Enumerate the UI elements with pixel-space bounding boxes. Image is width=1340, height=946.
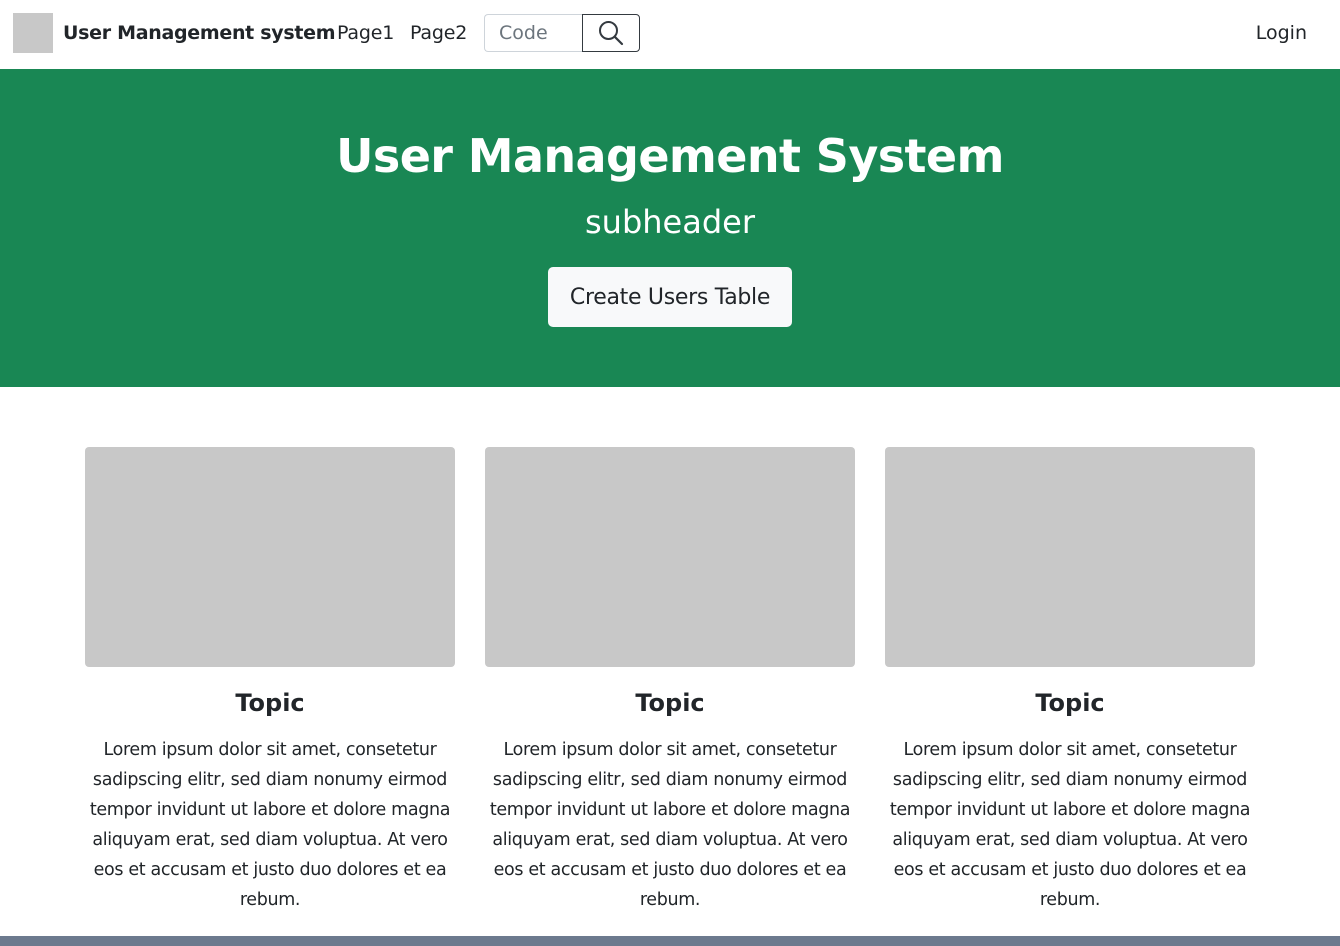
topic-card: Topic Lorem ipsum dolor sit amet, conset… bbox=[85, 447, 455, 915]
search-icon bbox=[599, 21, 624, 46]
topic-card: Topic Lorem ipsum dolor sit amet, conset… bbox=[485, 447, 855, 915]
login-link[interactable]: Login bbox=[1256, 22, 1307, 44]
card-title: Topic bbox=[235, 689, 305, 717]
card-image-placeholder bbox=[885, 447, 1255, 667]
top-navbar: User Management system Page1 Page2 Login bbox=[0, 0, 1340, 69]
create-users-table-button[interactable]: Create Users Table bbox=[548, 267, 792, 327]
navbar-brand[interactable]: User Management system bbox=[63, 22, 336, 44]
search-input[interactable] bbox=[484, 14, 582, 52]
hero-banner: User Management System subheader Create … bbox=[0, 69, 1340, 387]
card-title: Topic bbox=[1035, 689, 1105, 717]
footer-strip bbox=[0, 936, 1340, 946]
search-button[interactable] bbox=[582, 14, 640, 52]
card-text: Lorem ipsum dolor sit amet, consetetur s… bbox=[489, 740, 851, 910]
logo-placeholder[interactable] bbox=[13, 13, 53, 53]
card-title: Topic bbox=[635, 689, 705, 717]
card-text: Lorem ipsum dolor sit amet, consetetur s… bbox=[89, 740, 451, 910]
card-text: Lorem ipsum dolor sit amet, consetetur s… bbox=[889, 740, 1251, 910]
nav-link-page1[interactable]: Page1 bbox=[337, 22, 394, 44]
card-image-placeholder bbox=[85, 447, 455, 667]
topic-card: Topic Lorem ipsum dolor sit amet, conset… bbox=[885, 447, 1255, 915]
card-image-placeholder bbox=[485, 447, 855, 667]
search-form bbox=[484, 14, 640, 52]
hero-title: User Management System bbox=[336, 129, 1004, 183]
nav-link-page2[interactable]: Page2 bbox=[410, 22, 467, 44]
hero-subtitle: subheader bbox=[585, 203, 755, 241]
